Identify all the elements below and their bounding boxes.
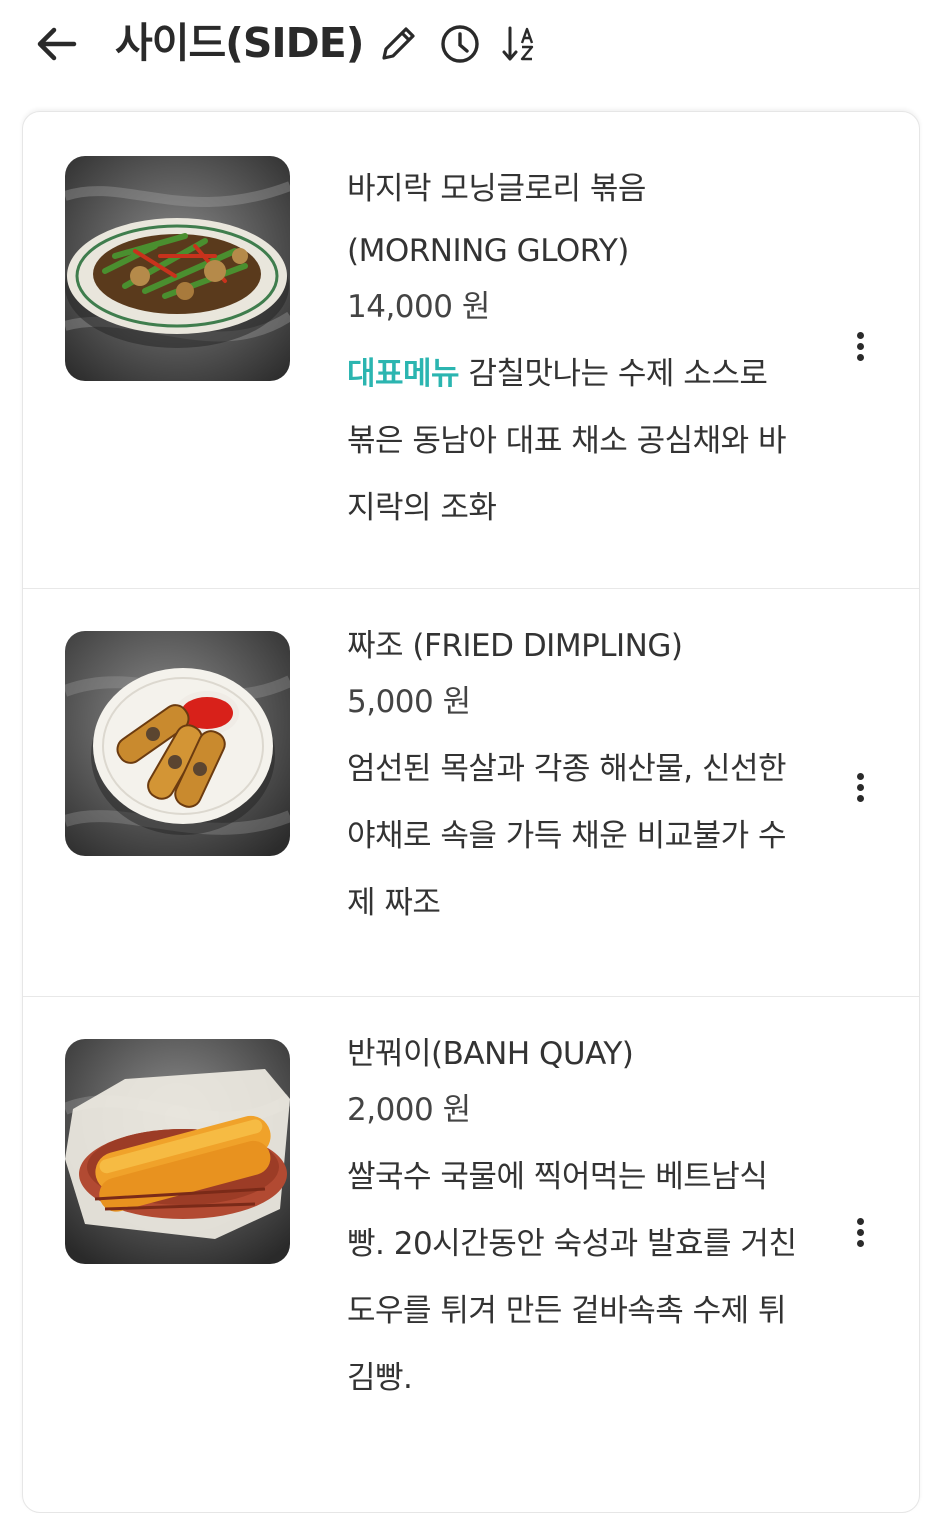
menu-item[interactable]: 반꿔이(BANH QUAY) 2,000 원 쌀국수 국물에 찍어먹는 베트남식… (23, 997, 919, 1512)
more-vertical-icon (843, 773, 877, 802)
more-vertical-icon (843, 1218, 877, 1247)
more-options-button[interactable] (843, 769, 877, 813)
edit-button[interactable] (376, 22, 420, 66)
menu-item-description: 대표메뉴 감칠맛나는 수제 소스로 (347, 356, 768, 392)
menu-item-description: 야채로 속을 가득 채운 비교불가 수 (347, 818, 787, 854)
more-options-button[interactable] (843, 328, 877, 372)
menu-item-description: 도우를 튀겨 만든 겉바속촉 수제 튀 (347, 1293, 787, 1329)
menu-item[interactable]: 바지락 모닝글로리 볶음 (MORNING GLORY) 14,000 원 대표… (23, 112, 919, 589)
arrow-left-icon (37, 27, 77, 61)
menu-item-photo (65, 631, 290, 856)
menu-item[interactable]: 짜조 (FRIED DIMPLING) 5,000 원 엄선된 목살과 각종 해… (23, 589, 919, 997)
signature-badge: 대표메뉴 (347, 356, 460, 392)
clock-icon (441, 25, 479, 63)
sort-button[interactable] (500, 22, 544, 66)
page-title: 사이드(SIDE) (115, 19, 364, 67)
menu-item-description: 지락의 조화 (347, 490, 497, 526)
top-bar: 사이드(SIDE) (0, 0, 930, 96)
more-vertical-icon (843, 332, 877, 361)
back-button[interactable] (30, 22, 82, 66)
menu-item-description: 제 짜조 (347, 885, 441, 921)
menu-item-info: 반꿔이(BANH QUAY) 2,000 원 쌀국수 국물에 찍어먹는 베트남식… (347, 1021, 837, 1412)
more-options-button[interactable] (843, 1214, 877, 1258)
menu-item-photo (65, 156, 290, 381)
menu-item-description: 볶은 동남아 대표 채소 공심채와 바 (347, 423, 787, 459)
menu-item-description: 빵. 20시간동안 숙성과 발효를 거친 (347, 1226, 797, 1262)
menu-item-info: 바지락 모닝글로리 볶음 (MORNING GLORY) 14,000 원 대표… (347, 156, 837, 542)
menu-item-description: 엄선된 목살과 각종 해산물, 신선한 (347, 751, 787, 787)
sort-alpha-icon (502, 26, 534, 61)
menu-list: 바지락 모닝글로리 볶음 (MORNING GLORY) 14,000 원 대표… (22, 111, 920, 1513)
menu-item-description: 김빵. (347, 1360, 413, 1396)
menu-item-photo (65, 1039, 290, 1264)
history-button[interactable] (438, 22, 482, 66)
menu-item-info: 짜조 (FRIED DIMPLING) 5,000 원 엄선된 목살과 각종 해… (347, 613, 837, 937)
menu-item-name: 바지락 모닝글로리 볶음 (347, 171, 646, 207)
menu-item-description: 쌀국수 국물에 찍어먹는 베트남식 (347, 1159, 768, 1195)
pencil-icon (382, 27, 415, 60)
